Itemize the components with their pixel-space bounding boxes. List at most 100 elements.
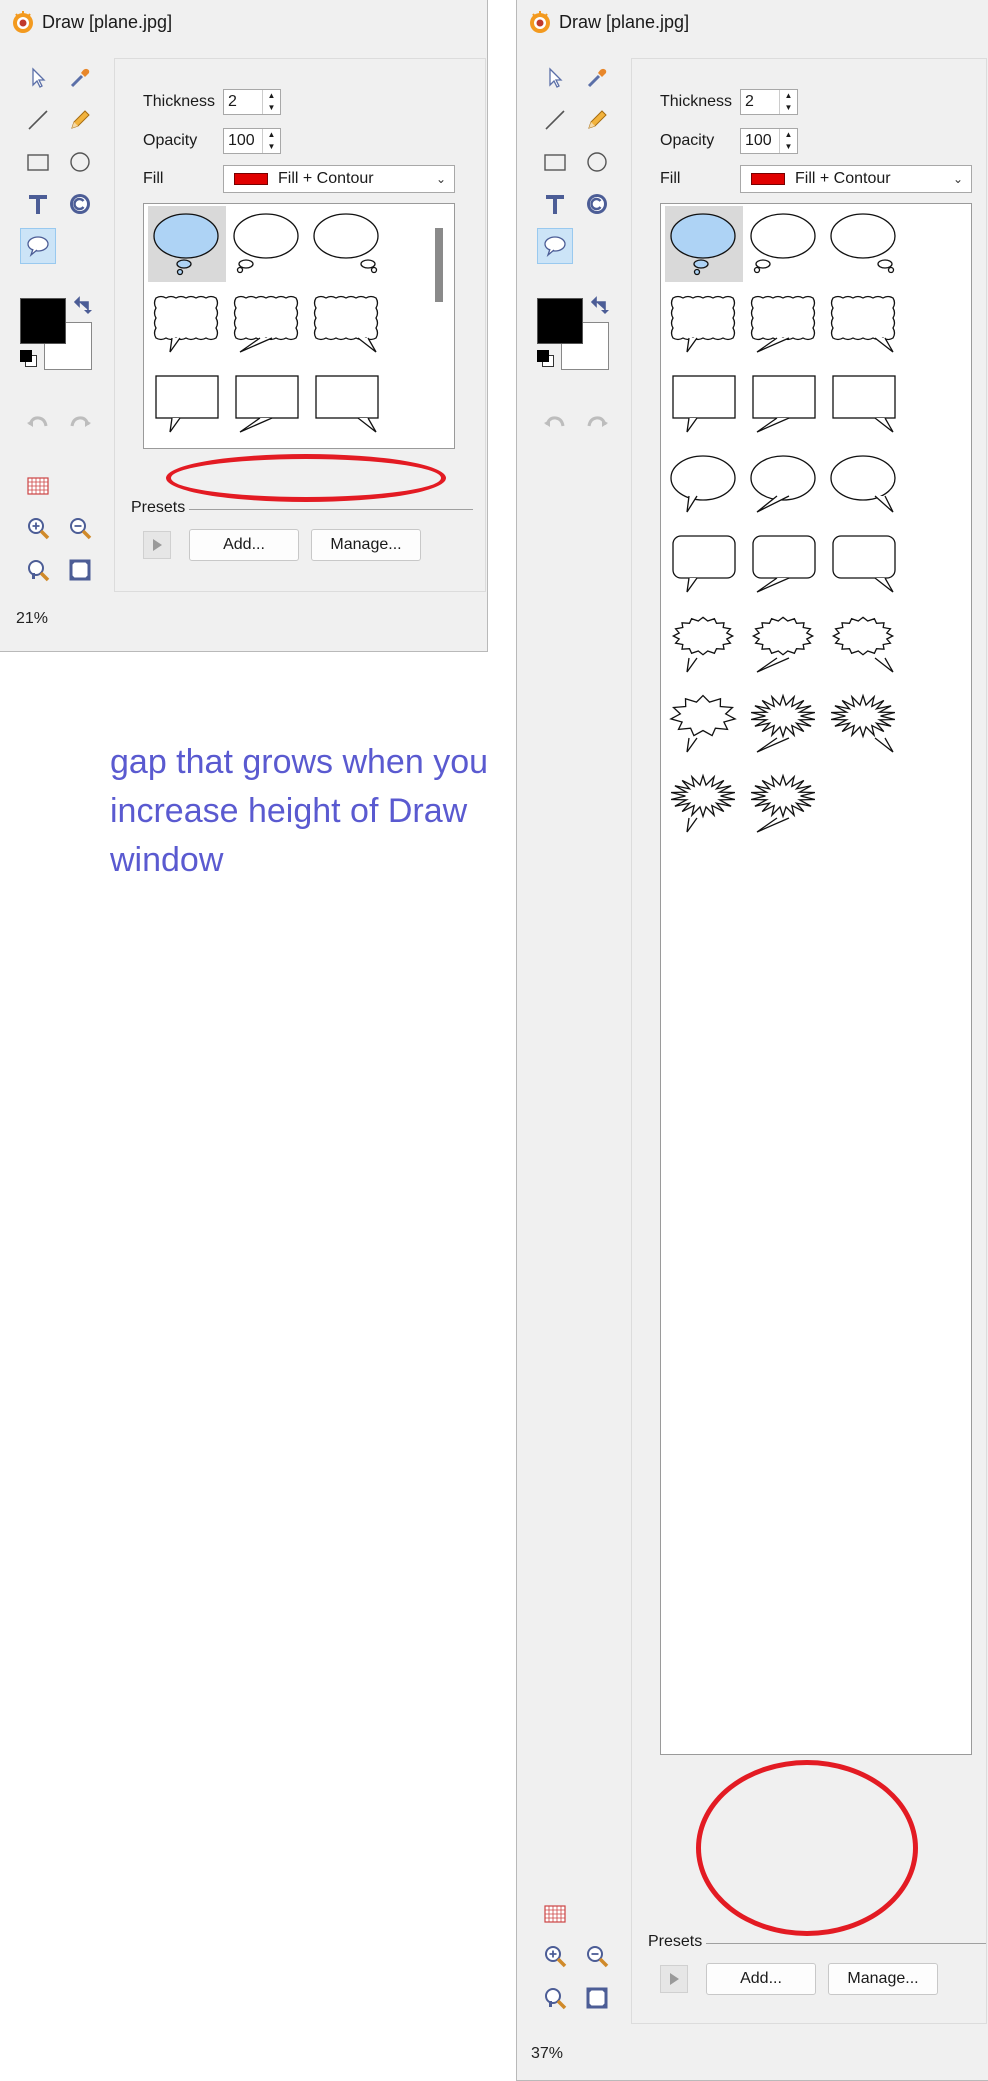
fit-to-window-button[interactable] (62, 552, 98, 588)
spin-up-icon[interactable]: ▲ (263, 90, 280, 102)
bubble-shape-cell[interactable] (745, 366, 823, 442)
select-tool-button[interactable] (537, 60, 573, 96)
bubble-shape-cell[interactable] (665, 446, 743, 522)
add-preset-button[interactable]: Add... (189, 529, 299, 561)
zoom-out-button[interactable] (579, 1938, 615, 1974)
zoom-actual-size-button[interactable] (537, 1980, 573, 2016)
gallery-scrollbar[interactable] (430, 204, 448, 448)
zoom-actual-size-button[interactable] (20, 552, 56, 588)
title-bar[interactable]: Draw [plane.jpg] (517, 0, 988, 44)
bubble-cloud-icon (670, 213, 736, 276)
bubble-shape-cell[interactable] (228, 366, 306, 442)
pencil-tool-button[interactable] (62, 102, 98, 138)
spin-up-icon[interactable]: ▲ (780, 90, 797, 102)
grid-toggle-button[interactable] (20, 468, 56, 504)
bubble-shape-cell[interactable] (148, 206, 226, 282)
fill-mode-dropdown[interactable]: Fill + Contour ⌄ (223, 165, 455, 193)
select-tool-button[interactable] (20, 60, 56, 96)
spin-down-icon[interactable]: ▼ (780, 141, 797, 153)
bubble-shape-cell[interactable] (665, 686, 743, 762)
bubble-shape-cell[interactable] (665, 286, 743, 362)
rectangle-tool-button[interactable] (20, 144, 56, 180)
manage-presets-button[interactable]: Manage... (311, 529, 421, 561)
bubble-shape-cell[interactable] (745, 686, 823, 762)
bubble-shape-cell[interactable] (665, 766, 743, 842)
opacity-spinbox[interactable]: 100 ▲ ▼ (740, 128, 798, 154)
manage-presets-button[interactable]: Manage... (828, 1963, 938, 1995)
foreground-color-swatch[interactable] (20, 298, 66, 344)
bubble-shape-gallery[interactable] (143, 203, 455, 449)
bubble-shape-cell[interactable] (148, 366, 226, 442)
undo-button[interactable] (537, 404, 573, 440)
fit-to-window-button[interactable] (579, 1980, 615, 2016)
text-tool-button[interactable] (537, 186, 573, 222)
bubble-shape-cell[interactable] (825, 206, 903, 282)
speech-bubble-tool-button[interactable] (20, 228, 56, 264)
bubble-shape-cell[interactable] (745, 766, 823, 842)
grid-toggle-button[interactable] (537, 1896, 573, 1932)
spin-up-icon[interactable]: ▲ (263, 129, 280, 141)
bubble-shape-cell[interactable] (825, 526, 903, 602)
watermark-tool-button[interactable] (579, 186, 615, 222)
ellipse-tool-button[interactable] (62, 144, 98, 180)
bubble-shape-cell[interactable] (665, 526, 743, 602)
scrollbar-thumb[interactable] (435, 228, 443, 302)
pencil-tool-button[interactable] (579, 102, 615, 138)
bubble-shape-cell[interactable] (825, 686, 903, 762)
bubble-shape-cell[interactable] (825, 606, 903, 682)
reset-colors-swatch[interactable] (537, 350, 549, 362)
bubble-shape-cell[interactable] (745, 446, 823, 522)
rectangle-tool-button[interactable] (537, 144, 573, 180)
presets-play-button[interactable] (143, 531, 171, 559)
zoom-out-button[interactable] (62, 510, 98, 546)
line-tool-button[interactable] (20, 102, 56, 138)
swap-colors-icon[interactable] (591, 294, 613, 316)
spin-down-icon[interactable]: ▼ (263, 102, 280, 114)
spin-down-icon[interactable]: ▼ (780, 102, 797, 114)
title-bar[interactable]: Draw [plane.jpg] (0, 0, 487, 44)
bubble-shape-cell[interactable] (825, 446, 903, 522)
bubble-oval-icon (670, 455, 736, 513)
bubble-shape-cell[interactable] (228, 286, 306, 362)
eyedropper-icon (70, 68, 90, 88)
spin-up-icon[interactable]: ▲ (780, 129, 797, 141)
redo-button[interactable] (579, 404, 615, 440)
ellipse-tool-button[interactable] (579, 144, 615, 180)
fill-mode-dropdown[interactable]: Fill + Contour ⌄ (740, 165, 972, 193)
bubble-shape-cell[interactable] (825, 366, 903, 442)
bubble-shape-cell[interactable] (745, 606, 823, 682)
bubble-shape-cell[interactable] (745, 526, 823, 602)
bubble-shape-cell[interactable] (308, 286, 386, 362)
zoom-in-button[interactable] (20, 510, 56, 546)
bubble-shape-cell[interactable] (228, 206, 306, 282)
redo-button[interactable] (62, 404, 98, 440)
text-tool-button[interactable] (20, 186, 56, 222)
bubble-shape-cell[interactable] (825, 286, 903, 362)
thickness-spinbox[interactable]: 2 ▲ ▼ (223, 89, 281, 115)
watermark-tool-button[interactable] (62, 186, 98, 222)
line-tool-button[interactable] (537, 102, 573, 138)
speech-bubble-tool-button[interactable] (537, 228, 573, 264)
bubble-shape-cell[interactable] (665, 206, 743, 282)
opacity-spinbox[interactable]: 100 ▲ ▼ (223, 128, 281, 154)
bubble-shape-cell[interactable] (308, 206, 386, 282)
reset-colors-swatch[interactable] (20, 350, 32, 362)
foreground-color-swatch[interactable] (537, 298, 583, 344)
presets-play-button[interactable] (660, 1965, 688, 1993)
bubble-shape-cell[interactable] (665, 366, 743, 442)
color-picker (537, 296, 617, 380)
bubble-shape-gallery[interactable] (660, 203, 972, 1755)
bubble-shape-cell[interactable] (665, 606, 743, 682)
spin-down-icon[interactable]: ▼ (263, 141, 280, 153)
zoom-in-button[interactable] (537, 1938, 573, 1974)
bubble-shape-cell[interactable] (148, 286, 226, 362)
add-preset-button[interactable]: Add... (706, 1963, 816, 1995)
eyedropper-tool-button[interactable] (579, 60, 615, 96)
bubble-shape-cell[interactable] (308, 366, 386, 442)
swap-colors-icon[interactable] (74, 294, 96, 316)
bubble-shape-cell[interactable] (745, 286, 823, 362)
eyedropper-tool-button[interactable] (62, 60, 98, 96)
thickness-spinbox[interactable]: 2 ▲ ▼ (740, 89, 798, 115)
bubble-shape-cell[interactable] (745, 206, 823, 282)
undo-button[interactable] (20, 404, 56, 440)
